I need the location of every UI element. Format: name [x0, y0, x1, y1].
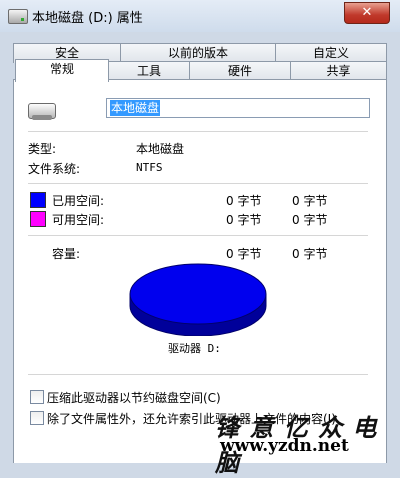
free-space-size: 0 字节 — [292, 213, 328, 227]
volume-name-text: 本地磁盘 — [110, 100, 161, 116]
drive-label: 驱动器 D: — [168, 342, 221, 355]
free-space-label: 可用空间: — [52, 213, 105, 227]
tab-previous-versions[interactable]: 以前的版本 — [120, 43, 276, 63]
divider — [28, 183, 368, 184]
capacity-label: 容量: — [52, 247, 81, 261]
window-title: 本地磁盘 (D:) 属性 — [32, 11, 143, 26]
type-value: 本地磁盘 — [136, 142, 185, 156]
hard-drive-icon — [28, 103, 56, 120]
index-checkbox[interactable] — [30, 411, 44, 425]
capacity-bytes: 0 字节 — [226, 247, 262, 261]
used-space-label: 已用空间: — [52, 194, 105, 208]
pie-top — [129, 263, 267, 325]
tab-customize[interactable]: 自定义 — [275, 43, 387, 63]
capacity-size: 0 字节 — [292, 247, 328, 261]
free-space-swatch — [30, 211, 46, 227]
drive-icon — [8, 9, 28, 24]
compress-checkbox[interactable] — [30, 390, 44, 404]
filesystem-value: NTFS — [136, 161, 163, 174]
tab-sharing[interactable]: 共享 — [290, 61, 387, 81]
divider — [28, 374, 368, 375]
filesystem-label: 文件系统: — [28, 162, 81, 176]
tab-hardware[interactable]: 硬件 — [189, 61, 291, 81]
divider — [28, 235, 368, 236]
compress-label: 压缩此驱动器以节约磁盘空间(C) — [47, 391, 221, 405]
used-space-size: 0 字节 — [292, 194, 328, 208]
volume-name-input[interactable]: 本地磁盘 — [106, 98, 370, 118]
used-space-swatch — [30, 192, 46, 208]
free-space-bytes: 0 字节 — [226, 213, 262, 227]
divider — [28, 131, 368, 132]
watermark-url: www.yzdn.net — [220, 436, 349, 456]
title-bar: 本地磁盘 (D:) 属性 ✕ — [0, 0, 400, 32]
close-button[interactable]: ✕ — [344, 2, 390, 24]
disk-usage-pie — [129, 263, 267, 336]
tab-tools[interactable]: 工具 — [108, 61, 190, 81]
tab-general[interactable]: 常规 — [15, 59, 109, 82]
type-label: 类型: — [28, 142, 57, 156]
used-space-bytes: 0 字节 — [226, 194, 262, 208]
